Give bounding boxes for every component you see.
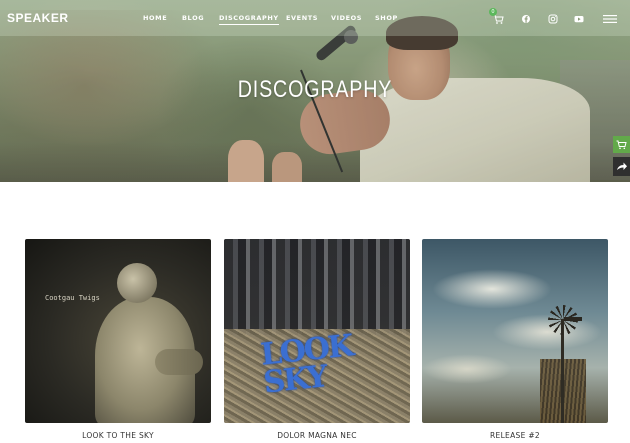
nav-item-shop[interactable]: SHOP [375,14,398,22]
statue-head [117,263,157,303]
side-cart-button[interactable] [613,136,630,153]
nav-item-home[interactable]: HOME [143,14,167,22]
cover-cloud [422,354,512,384]
page-title: DISCOGRAPHY [237,76,393,103]
cover-cloud [432,269,552,309]
facebook-icon[interactable] [520,12,532,24]
nav-item-discography[interactable]: DISCOGRAPHY [219,14,279,25]
album-title[interactable]: LOOK TO THE SKY [25,431,211,440]
side-share-button[interactable] [613,157,630,176]
album-cover-release-2[interactable] [422,239,608,423]
windmill-fan [548,305,578,335]
hamburger-menu-icon[interactable] [603,12,617,24]
share-icon [613,162,630,180]
album-cover-text: Cootgau Twigs [45,294,100,302]
album-title[interactable]: RELEASE #2 [422,431,608,440]
nav-item-videos[interactable]: VIDEOS [331,14,362,22]
site-logo[interactable]: SPEAKER [7,11,69,25]
top-navbar: SPEAKER HOME BLOG DISCOGRAPHY EVENTS VID… [0,0,630,36]
album-cover-dolor-magna-nec[interactable]: LOOK SKY [224,239,410,423]
instagram-icon[interactable] [547,12,559,24]
nav-item-events[interactable]: EVENTS [286,14,318,22]
album-title[interactable]: DOLOR MAGNA NEC [224,431,410,440]
cart-count-badge: 0 [489,8,497,16]
cart-icon [613,140,630,157]
album-cover-look-to-the-sky[interactable]: Cootgau Twigs [25,239,211,423]
youtube-icon[interactable] [573,12,585,24]
cover-cloud [492,314,602,350]
statue-arm [155,349,203,375]
nav-item-blog[interactable]: BLOG [182,14,204,22]
cover-crowd-legs [224,239,410,335]
